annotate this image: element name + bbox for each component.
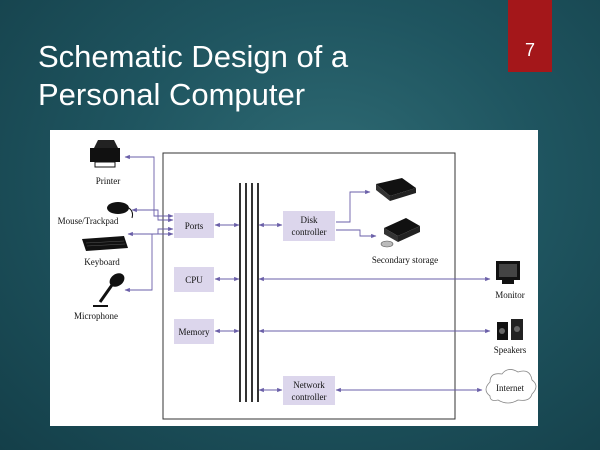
monitor-label: Monitor bbox=[495, 290, 525, 300]
memory-box: Memory bbox=[174, 319, 214, 344]
memory-label: Memory bbox=[179, 327, 210, 337]
slide-title-line2: Personal Computer bbox=[38, 77, 306, 112]
ports-label: Ports bbox=[185, 221, 204, 231]
external-drive-icon bbox=[376, 178, 416, 201]
disk-controller-label-line1: Disk bbox=[300, 215, 318, 225]
monitor-icon bbox=[496, 261, 520, 284]
microphone-label: Microphone bbox=[74, 311, 118, 321]
internet-label: Internet bbox=[496, 383, 524, 393]
network-controller-box: Network controller bbox=[283, 376, 335, 405]
secondary-storage-label: Secondary storage bbox=[372, 255, 438, 265]
speakers-label: Speakers bbox=[494, 345, 527, 355]
network-controller-label-line2: controller bbox=[292, 392, 327, 402]
network-controller-label-line1: Network bbox=[293, 380, 325, 390]
keyboard-label: Keyboard bbox=[84, 257, 120, 267]
system-bus bbox=[239, 183, 259, 402]
cpu-label: CPU bbox=[185, 275, 203, 285]
printer-label: Printer bbox=[96, 176, 121, 186]
slide-number: 7 bbox=[524, 40, 535, 60]
mouse-label: Mouse/Trackpad bbox=[58, 216, 119, 226]
slide-number-badge: 7 bbox=[508, 0, 552, 72]
disk-controller-label-line2: controller bbox=[292, 227, 327, 237]
computer-schematic-diagram: Ports CPU Memory Disk controller Network… bbox=[50, 130, 538, 426]
slide-title: Schematic Design of a Personal Computer bbox=[38, 38, 478, 114]
ports-box: Ports bbox=[174, 213, 214, 238]
microphone-icon bbox=[93, 273, 125, 307]
slide-title-line1: Schematic Design of a bbox=[38, 39, 349, 74]
disk-drive-icon bbox=[380, 218, 420, 248]
printer-icon bbox=[90, 140, 120, 168]
disk-controller-box: Disk controller bbox=[283, 211, 335, 241]
speakers-icon bbox=[497, 319, 523, 340]
cpu-box: CPU bbox=[174, 267, 214, 292]
keyboard-icon bbox=[82, 236, 128, 251]
